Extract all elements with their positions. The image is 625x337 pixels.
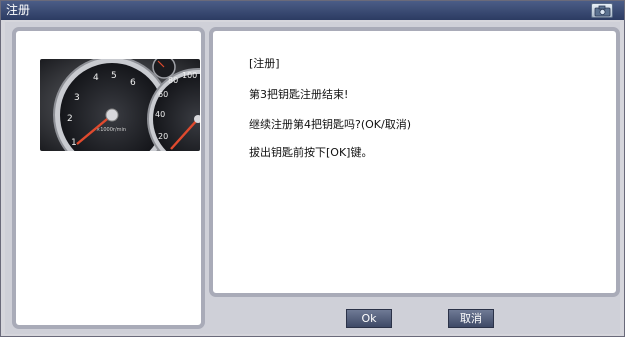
- tach-label: 4: [93, 73, 99, 83]
- window-title: 注册: [6, 3, 31, 17]
- camera-icon[interactable]: [591, 3, 613, 18]
- image-panel: 1 2 3 4 5 6 ×1000r/min 20 40 60 80 100: [12, 27, 205, 329]
- speed-label: 20: [158, 132, 168, 141]
- register-dialog: 注册 1 2 3 4 5 6 ×1000r/min 20 40 60 80 10…: [0, 0, 625, 337]
- tach-label: 5: [111, 71, 117, 81]
- content-area: 1 2 3 4 5 6 ×1000r/min 20 40 60 80 100 […: [5, 22, 620, 334]
- cancel-button[interactable]: 取消: [448, 309, 494, 328]
- instrument-cluster-image: 1 2 3 4 5 6 ×1000r/min 20 40 60 80 100: [40, 59, 200, 151]
- message-panel: [注册] 第3把钥匙注册结束! 继续注册第4把钥匙吗?(OK/取消) 拔出钥匙前…: [209, 27, 620, 297]
- message-line-continue: 继续注册第4把钥匙吗?(OK/取消): [249, 118, 411, 131]
- gauge-graphic: 1 2 3 4 5 6 ×1000r/min 20 40 60 80 100: [40, 59, 200, 151]
- speed-label: 40: [155, 110, 165, 119]
- message-heading: [注册]: [249, 57, 280, 70]
- tach-label: 3: [74, 93, 80, 103]
- speed-label: 100: [182, 71, 197, 80]
- message-line-complete: 第3把钥匙注册结束!: [249, 88, 349, 101]
- title-bar: 注册: [1, 1, 624, 20]
- tach-label: 6: [130, 78, 136, 88]
- ok-button[interactable]: Ok: [346, 309, 392, 328]
- speed-label: 60: [158, 90, 168, 99]
- tach-label: 1: [71, 138, 77, 148]
- message-line-instruction: 拔出钥匙前按下[OK]键。: [249, 146, 373, 159]
- tach-label: 2: [67, 114, 73, 124]
- tach-unit-label: ×1000r/min: [96, 127, 126, 133]
